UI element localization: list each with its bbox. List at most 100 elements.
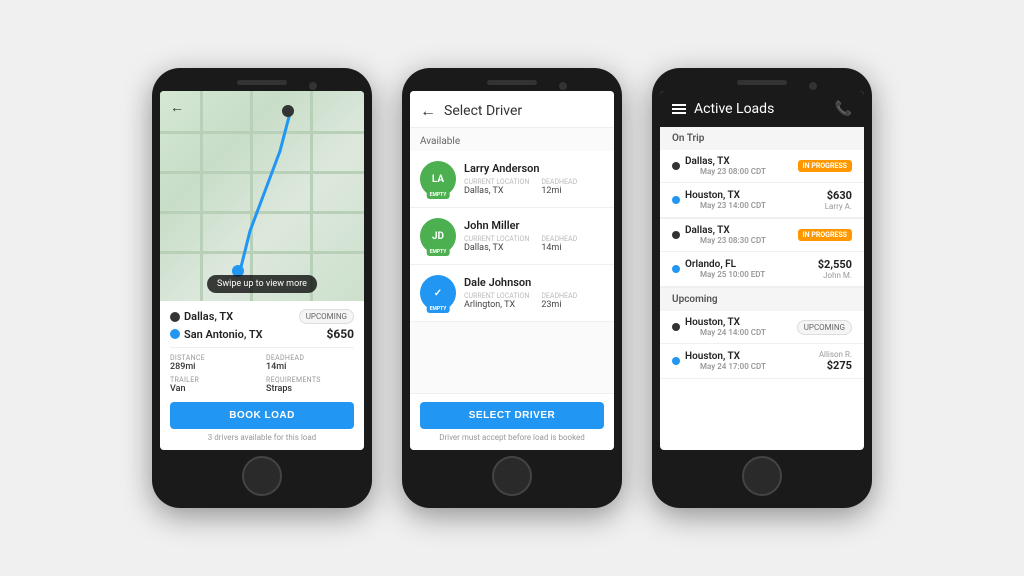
origin-icon	[170, 312, 180, 322]
deadhead-detail: DEADHEAD 14mi	[266, 354, 354, 372]
driver-location: CURRENT LOCATION Arlington, TX	[464, 292, 529, 310]
driver-item[interactable]: JD EMPTY John Miller CURRENT LOCATION Da…	[410, 208, 614, 265]
driver-name: John Miller	[464, 219, 604, 232]
dest-dot	[672, 196, 680, 204]
active-loads-title: Active Loads	[694, 101, 774, 117]
origin-date: May 24 14:00 CDT	[700, 328, 766, 337]
driver-avatar: JD EMPTY	[420, 218, 456, 254]
driver-location: CURRENT LOCATION Dallas, TX	[464, 235, 529, 253]
load-dest-city: Houston, TX May 23 14:00 CDT	[672, 190, 766, 210]
map-back-arrow[interactable]: ←	[170, 99, 184, 116]
swipe-tooltip: Swipe up to view more	[207, 275, 317, 293]
empty-badge: EMPTY	[427, 305, 450, 313]
route-svg	[160, 91, 364, 301]
origin-pin	[282, 105, 294, 117]
driver-name: Larry Anderson	[464, 162, 604, 175]
driver-initials: LA	[432, 174, 444, 185]
select-driver-button[interactable]: SELECT DRIVER	[420, 402, 604, 429]
phone-call-icon[interactable]: 📞	[835, 101, 852, 117]
hamburger-icon[interactable]	[672, 104, 686, 114]
driver-info: Dale Johnson CURRENT LOCATION Arlington,…	[464, 276, 604, 310]
home-button[interactable]	[742, 456, 782, 496]
load-pair[interactable]: Dallas, TX May 23 08:00 CDT IN PROGRESS …	[660, 150, 864, 219]
phone-camera	[809, 82, 817, 90]
phones-container: ← Swipe up to view more Dallas, TX UPCOM…	[132, 48, 892, 528]
driver-footer: SELECT DRIVER Driver must accept before …	[410, 393, 614, 450]
driver-info: John Miller CURRENT LOCATION Dallas, TX …	[464, 219, 604, 253]
driver-item[interactable]: ✓ EMPTY Dale Johnson CURRENT LOCATION Ar…	[410, 265, 614, 322]
origin-city: Dallas, TX	[170, 310, 233, 323]
load-details: DISTANCE 289mi DEADHEAD 14mi TRAILER Van…	[170, 347, 354, 394]
driver-name: Dale Johnson	[464, 276, 604, 289]
requirements-detail: REQUIREMENTS Straps	[266, 376, 354, 394]
phone-camera	[559, 82, 567, 90]
driver-avatar: ✓ EMPTY	[420, 275, 456, 311]
origin-text: Houston, TX	[685, 317, 766, 328]
load-pair[interactable]: Houston, TX May 24 14:00 CDT UPCOMING Ho…	[660, 311, 864, 379]
dest-text: Houston, TX	[685, 351, 766, 362]
load-info: Dallas, TX UPCOMING San Antonio, TX $650	[160, 301, 364, 450]
driver-meta: CURRENT LOCATION Arlington, TX DEADHEAD …	[464, 292, 604, 310]
available-label: Available	[410, 128, 614, 151]
phone-speaker	[737, 80, 787, 85]
origin-date: May 23 08:30 CDT	[700, 236, 766, 245]
trailer-detail: TRAILER Van	[170, 376, 258, 394]
load-origin-city: Houston, TX May 24 14:00 CDT	[672, 317, 766, 337]
driver-info: Larry Anderson CURRENT LOCATION Dallas, …	[464, 162, 604, 196]
origin-dot	[672, 323, 680, 331]
phone-1-screen: ← Swipe up to view more Dallas, TX UPCOM…	[160, 91, 364, 450]
phone-camera	[309, 82, 317, 90]
load-row: Dallas, TX May 23 08:30 CDT IN PROGRESS	[672, 225, 852, 245]
origin-dot	[672, 231, 680, 239]
active-loads-content: On Trip Dallas, TX May 23 08:00 CDT IN P…	[660, 127, 864, 450]
active-header: Active Loads 📞	[660, 91, 864, 127]
dest-date: May 23 14:00 CDT	[700, 201, 766, 210]
phone-2: ← Select Driver Available LA EMPTY Larry…	[402, 68, 622, 508]
load-price: $630	[825, 189, 852, 202]
load-price: $275	[819, 359, 852, 372]
driver-list: LA EMPTY Larry Anderson CURRENT LOCATION…	[410, 151, 614, 393]
load-dest-city: Orlando, FL May 25 10:00 EDT	[672, 259, 765, 279]
home-button[interactable]	[492, 456, 532, 496]
map-area: ← Swipe up to view more	[160, 91, 364, 301]
active-header-left: Active Loads	[672, 101, 774, 117]
driver-deadhead: DEADHEAD 12mi	[541, 178, 577, 196]
driver-location: CURRENT LOCATION Dallas, TX	[464, 178, 529, 196]
driver-header: ← Select Driver	[410, 91, 614, 128]
dest-date: May 24 17:00 CDT	[700, 362, 766, 371]
load-dest-row: Houston, TX May 23 14:00 CDT $630 Larry …	[660, 183, 864, 218]
status-badge: IN PROGRESS	[798, 229, 852, 241]
phone-3-screen: Active Loads 📞 On Trip Dallas, TX May 23…	[660, 91, 864, 450]
load-dest-row: Orlando, FL May 25 10:00 EDT $2,550 John…	[660, 252, 864, 287]
dest-city: San Antonio, TX	[170, 328, 263, 341]
driver-initials: ✓	[434, 288, 442, 299]
load-origin-row: Dallas, TX May 23 08:30 CDT IN PROGRESS	[660, 219, 864, 252]
section-header: Upcoming	[660, 288, 864, 311]
phone-3: Active Loads 📞 On Trip Dallas, TX May 23…	[652, 68, 872, 508]
phone-speaker	[487, 80, 537, 85]
load-pair[interactable]: Dallas, TX May 23 08:30 CDT IN PROGRESS …	[660, 219, 864, 288]
load-row: Dallas, TX May 23 08:00 CDT IN PROGRESS	[672, 156, 852, 176]
origin-text: Dallas, TX	[685, 225, 766, 236]
dest-dot	[672, 265, 680, 273]
empty-badge: EMPTY	[427, 191, 450, 199]
drivers-note: 3 drivers available for this load	[170, 433, 354, 442]
driver-item[interactable]: LA EMPTY Larry Anderson CURRENT LOCATION…	[410, 151, 614, 208]
load-dest-city: Houston, TX May 24 17:00 CDT	[672, 351, 766, 371]
dest-date: May 25 10:00 EDT	[700, 270, 765, 279]
load-price: $650	[326, 327, 354, 341]
load-dest-row: Houston, TX May 24 17:00 CDT Allison R. …	[660, 344, 864, 379]
driver-deadhead: DEADHEAD 14mi	[541, 235, 577, 253]
book-load-button[interactable]: BOOK LOAD	[170, 402, 354, 429]
phone-2-screen: ← Select Driver Available LA EMPTY Larry…	[410, 91, 614, 450]
driver-meta: CURRENT LOCATION Dallas, TX DEADHEAD 12m…	[464, 178, 604, 196]
select-driver-note: Driver must accept before load is booked	[420, 433, 604, 442]
back-arrow-icon[interactable]: ←	[420, 101, 436, 121]
load-row: Houston, TX May 24 17:00 CDT Allison R. …	[672, 350, 852, 372]
dest-row: San Antonio, TX $650	[170, 327, 354, 341]
select-driver-title: Select Driver	[444, 103, 522, 119]
home-button[interactable]	[242, 456, 282, 496]
load-route: Dallas, TX UPCOMING San Antonio, TX $650	[170, 309, 354, 341]
driver-meta: CURRENT LOCATION Dallas, TX DEADHEAD 14m…	[464, 235, 604, 253]
upcoming-badge: UPCOMING	[299, 309, 354, 324]
